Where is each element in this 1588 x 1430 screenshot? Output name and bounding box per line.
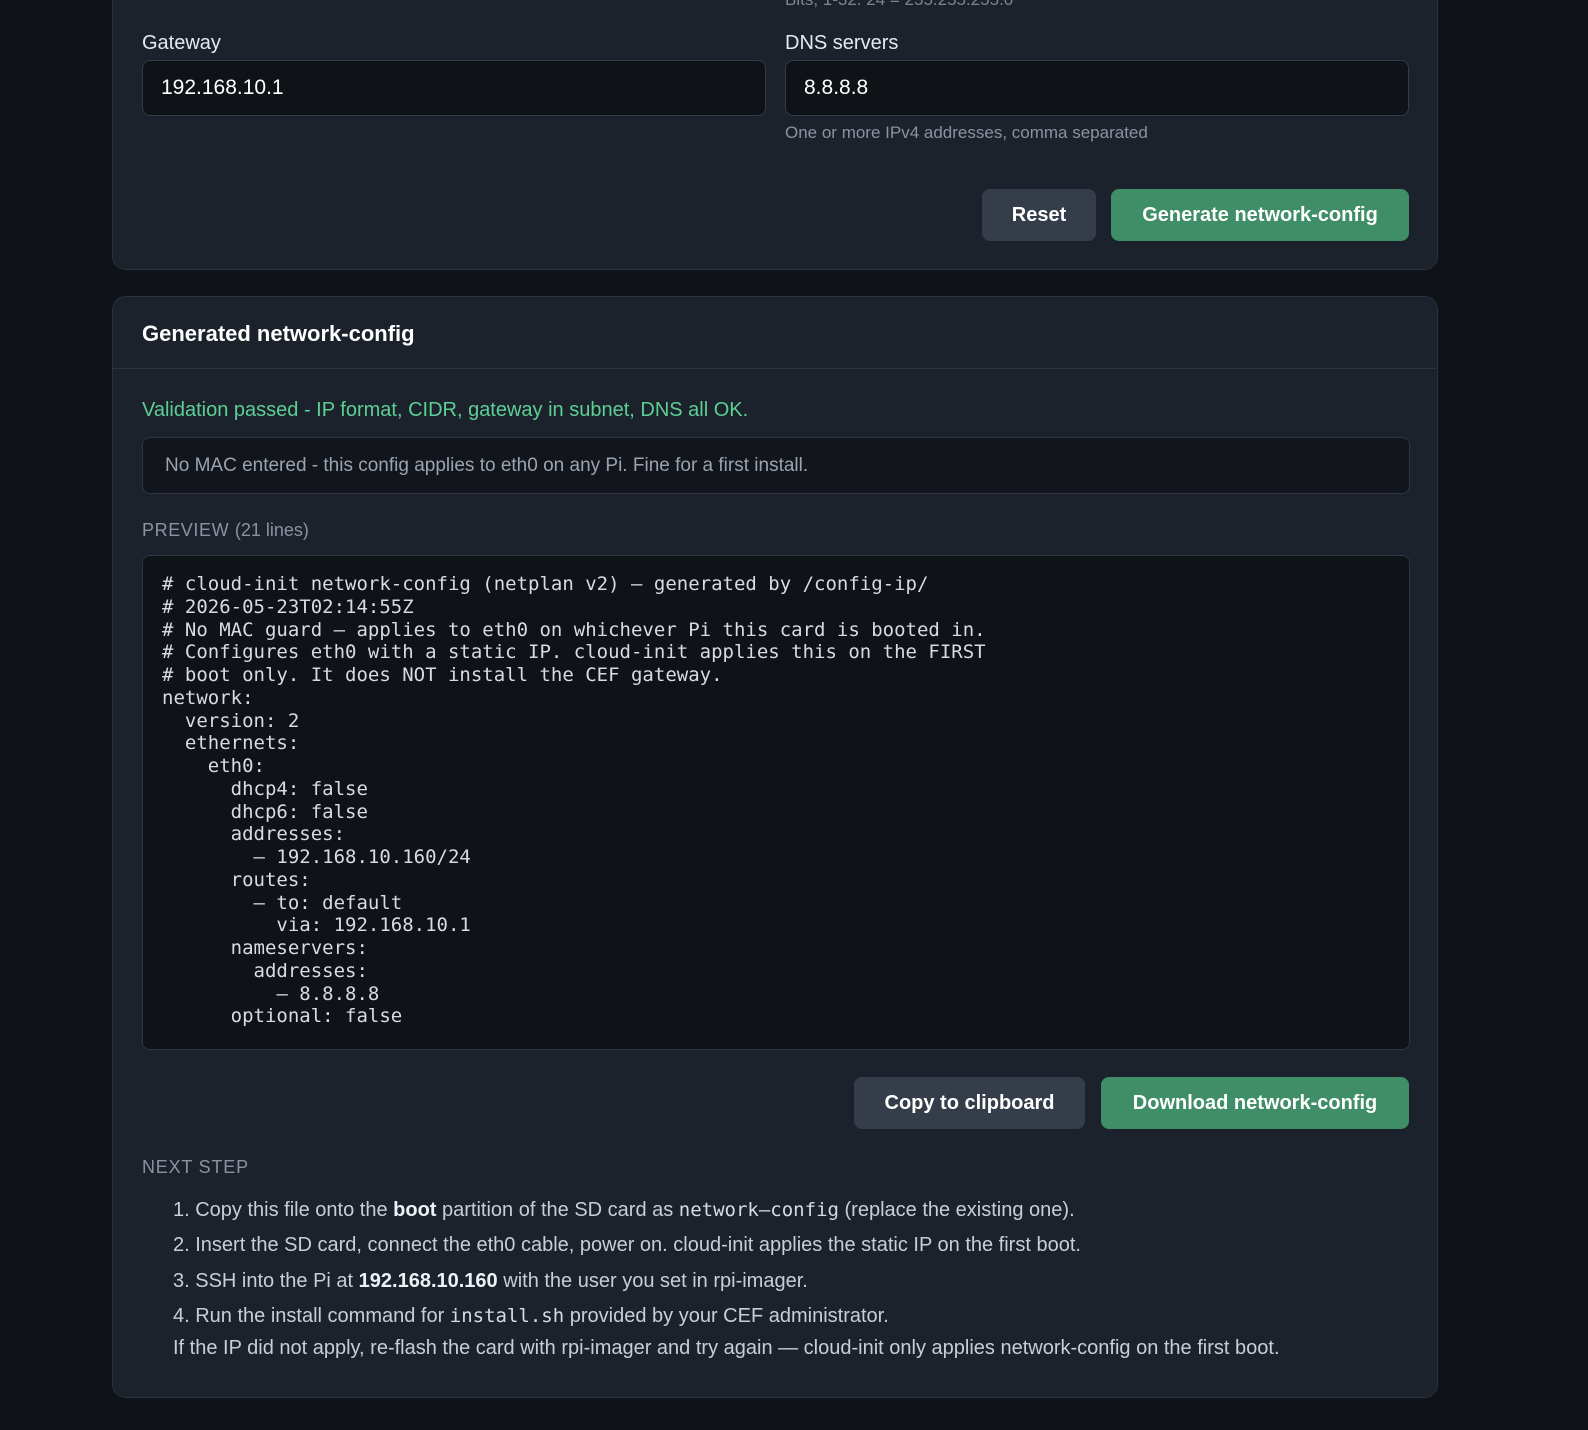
preview-label: PREVIEW (21 lines) [142,520,309,541]
step1-text-e: (replace the existing one). [838,1199,1075,1221]
step1-boot: boot [393,1199,437,1221]
preview-label-text: PREVIEW [142,520,230,540]
mac-notice: No MAC entered - this config applies to … [142,437,1410,494]
step4-text-c: provided by your CEF administrator. [564,1304,889,1327]
step2-text: 2. Insert the SD card, connect the eth0 … [173,1234,1081,1257]
download-network-config-button[interactable]: Download network-config [1101,1077,1409,1129]
copy-to-clipboard-button[interactable]: Copy to clipboard [854,1077,1085,1129]
preview-line-count: (21 lines) [234,520,309,540]
list-item: 1. Copy this file onto the boot partitio… [173,1195,1081,1230]
gateway-label: Gateway [142,32,221,54]
step3-text-c: with the user you set in rpi-imager. [497,1269,808,1292]
step4-script: install.sh [449,1304,565,1327]
step4-text-a: 4. Run the install command for [173,1304,450,1327]
dns-servers-label: DNS servers [785,32,899,54]
output-title: Generated network-config [142,321,415,346]
validation-message: Validation passed - IP format, CIDR, gat… [142,399,749,421]
list-item: 3. SSH into the Pi at 192.168.10.160 wit… [173,1266,1081,1301]
list-item: 4. Run the install command for install.s… [173,1301,1081,1336]
reset-button[interactable]: Reset [982,189,1096,241]
reflash-footnote: If the IP did not apply, re-flash the ca… [173,1337,1280,1359]
dns-help-text: One or more IPv4 addresses, comma separa… [785,123,1148,142]
step1-text-a: 1. Copy this file onto the [173,1199,394,1221]
list-item: 2. Insert the SD card, connect the eth0 … [173,1230,1081,1265]
next-step-label: NEXT STEP [142,1157,249,1177]
gateway-input[interactable] [142,60,766,116]
config-preview[interactable]: # cloud-init network-config (netplan v2)… [142,555,1410,1050]
step3-text-a: 3. SSH into the Pi at [173,1269,359,1292]
generated-output-card: Generated network-config Validation pass… [112,296,1438,1398]
step1-text-c: partition of the SD card as [436,1199,679,1221]
cidr-help-text: Bits, 1-32. 24 = 255.255.255.0 [785,0,1013,9]
dns-servers-input[interactable] [785,60,1409,116]
step1-filename: network–config [678,1199,839,1221]
generate-network-config-button[interactable]: Generate network-config [1111,189,1409,241]
network-form-card: Bits, 1-32. 24 = 255.255.255.0 Gateway D… [112,0,1438,270]
config-code: # cloud-init network-config (netplan v2)… [162,573,986,1028]
next-step-list: 1. Copy this file onto the boot partitio… [173,1195,1081,1336]
output-header: Generated network-config [113,297,1437,369]
step3-ip: 192.168.10.160 [358,1269,498,1292]
